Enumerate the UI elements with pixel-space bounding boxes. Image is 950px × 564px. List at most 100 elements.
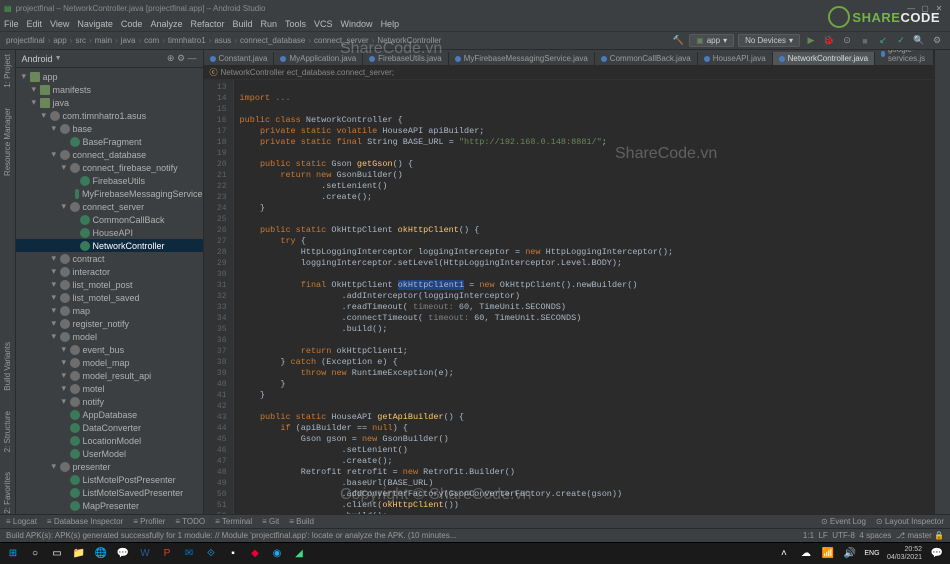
tree-node[interactable]: ▾list_motel_post: [16, 278, 203, 291]
menu-analyze[interactable]: Analyze: [150, 19, 182, 29]
debug-icon[interactable]: 🐞: [822, 34, 836, 48]
bottom-tab[interactable]: ≡ TODO: [175, 517, 205, 526]
menu-view[interactable]: View: [50, 19, 69, 29]
editor-tab[interactable]: google-services.js: [875, 50, 934, 65]
menu-run[interactable]: Run: [261, 19, 278, 29]
code-editor[interactable]: 1314151617181920212223242526272829303132…: [204, 80, 935, 514]
vcs-update-icon[interactable]: ↙: [876, 34, 890, 48]
run-icon[interactable]: ▶: [804, 34, 818, 48]
word-icon[interactable]: W: [134, 545, 156, 563]
file-encoding[interactable]: UTF-8: [832, 531, 855, 540]
close-button[interactable]: ✕: [932, 4, 946, 13]
editor-tab[interactable]: CommonCallBack.java: [595, 52, 698, 65]
tree-node[interactable]: ▾contract: [16, 252, 203, 265]
device-dropdown[interactable]: No Devices▾: [738, 34, 800, 47]
tree-node[interactable]: ▾connect_server: [16, 200, 203, 213]
notification-icon[interactable]: 💬: [926, 545, 948, 563]
git-branch[interactable]: ⎇ master: [896, 531, 932, 540]
explorer-icon[interactable]: 📁: [68, 545, 90, 563]
bottom-tab[interactable]: ≡ Logcat: [6, 517, 37, 526]
tree-node[interactable]: ▾list_motel_saved: [16, 291, 203, 304]
tree-node[interactable]: ▾connect_database: [16, 148, 203, 161]
line-separator[interactable]: LF: [818, 531, 827, 540]
mail-icon[interactable]: ✉: [178, 545, 200, 563]
build-variants-tab[interactable]: Build Variants: [3, 342, 12, 391]
app-icon[interactable]: ◆: [244, 545, 266, 563]
start-button[interactable]: ⊞: [2, 545, 24, 563]
tree-node[interactable]: LocationModel: [16, 434, 203, 447]
tray-wifi-icon[interactable]: 📶: [817, 545, 839, 563]
tray-chevron-icon[interactable]: ˄: [773, 545, 795, 563]
menu-tools[interactable]: Tools: [285, 19, 306, 29]
project-tool-tab[interactable]: 1: Project: [3, 54, 12, 88]
search-icon[interactable]: 🔍: [912, 34, 926, 48]
bottom-tab-right[interactable]: ⊙ Layout Inspector: [876, 517, 944, 526]
tree-node[interactable]: ▾com.timnhatro1.asus: [16, 109, 203, 122]
tree-node[interactable]: ▾model: [16, 330, 203, 343]
tree-node[interactable]: BaseFragment: [16, 135, 203, 148]
tree-node[interactable]: HouseAPI: [16, 226, 203, 239]
tree-node[interactable]: UserModel: [16, 447, 203, 460]
tray-cloud-icon[interactable]: ☁: [795, 545, 817, 563]
editor-tab[interactable]: MyApplication.java: [274, 52, 363, 65]
bottom-tab[interactable]: ≡ Build: [289, 517, 314, 526]
project-tree[interactable]: ▾app▾manifests▾java▾com.timnhatro1.asus▾…: [16, 68, 203, 514]
resource-manager-tab[interactable]: Resource Manager: [3, 108, 12, 176]
tree-node[interactable]: ▾model_map: [16, 356, 203, 369]
tree-node[interactable]: MapPresenter: [16, 499, 203, 512]
tree-node[interactable]: ▾connect_firebase_notify: [16, 161, 203, 174]
bottom-tab[interactable]: ≡ Database Inspector: [47, 517, 123, 526]
tree-node[interactable]: ▾presenter: [16, 460, 203, 473]
menu-window[interactable]: Window: [341, 19, 373, 29]
menu-file[interactable]: File: [4, 19, 19, 29]
bottom-tab[interactable]: ≡ Profiler: [133, 517, 165, 526]
tray-volume-icon[interactable]: 🔊: [839, 545, 861, 563]
tree-node[interactable]: ▾register_notify: [16, 317, 203, 330]
tree-node[interactable]: ▾interactor: [16, 265, 203, 278]
project-view-selector[interactable]: Android: [22, 54, 53, 64]
search-taskbar-icon[interactable]: ○: [24, 545, 46, 563]
settings-icon[interactable]: ⚙: [930, 34, 944, 48]
structure-tab[interactable]: 2: Structure: [3, 411, 12, 452]
task-view-icon[interactable]: ▭: [46, 545, 68, 563]
editor-tab[interactable]: MyFirebaseMessagingService.java: [449, 52, 595, 65]
tree-node[interactable]: RegisterNotifyPresenter: [16, 512, 203, 514]
tree-node[interactable]: ListMotelSavedPresenter: [16, 486, 203, 499]
menu-help[interactable]: Help: [381, 19, 400, 29]
menu-navigate[interactable]: Navigate: [77, 19, 113, 29]
bottom-tab-right[interactable]: ⊙ Event Log: [821, 517, 866, 526]
tree-node[interactable]: CommonCallBack: [16, 213, 203, 226]
chrome-icon[interactable]: 🌐: [90, 545, 112, 563]
menu-build[interactable]: Build: [232, 19, 252, 29]
vcs-commit-icon[interactable]: ✓: [894, 34, 908, 48]
tree-node[interactable]: ▾event_bus: [16, 343, 203, 356]
minimize-button[interactable]: —: [904, 4, 918, 13]
bottom-tab[interactable]: ≡ Terminal: [215, 517, 252, 526]
tree-node[interactable]: ▾motel: [16, 382, 203, 395]
tree-node[interactable]: ▾manifests: [16, 83, 203, 96]
maximize-button[interactable]: ▢: [918, 4, 932, 13]
tree-node[interactable]: ▾notify: [16, 395, 203, 408]
favorites-tab[interactable]: 2: Favorites: [3, 472, 12, 514]
editor-tab[interactable]: FirebaseUtils.java: [363, 52, 449, 65]
editor-tab[interactable]: NetworkController.java: [773, 52, 875, 65]
project-settings-icon[interactable]: ⊕ ⚙ —: [167, 53, 197, 64]
tree-node[interactable]: ▾java: [16, 96, 203, 109]
tree-node[interactable]: DataConverter: [16, 421, 203, 434]
taskbar-clock[interactable]: 20:5204/03/2021: [883, 546, 926, 562]
stop-icon[interactable]: ■: [858, 34, 872, 48]
android-studio-icon[interactable]: ◢: [288, 545, 310, 563]
app2-icon[interactable]: ◉: [266, 545, 288, 563]
tray-lang-icon[interactable]: ENG: [861, 545, 883, 563]
terminal-icon[interactable]: ▪: [222, 545, 244, 563]
menu-vcs[interactable]: VCS: [314, 19, 333, 29]
tree-node[interactable]: ▾base: [16, 122, 203, 135]
menu-refactor[interactable]: Refactor: [190, 19, 224, 29]
tree-node[interactable]: NetworkController: [16, 239, 203, 252]
build-icon[interactable]: 🔨: [671, 34, 685, 48]
menu-code[interactable]: Code: [121, 19, 143, 29]
tree-node[interactable]: MyFirebaseMessagingService: [16, 187, 203, 200]
tree-node[interactable]: ▾model_result_api: [16, 369, 203, 382]
tree-node[interactable]: ▾map: [16, 304, 203, 317]
editor-tab[interactable]: Constant.java: [204, 52, 275, 65]
